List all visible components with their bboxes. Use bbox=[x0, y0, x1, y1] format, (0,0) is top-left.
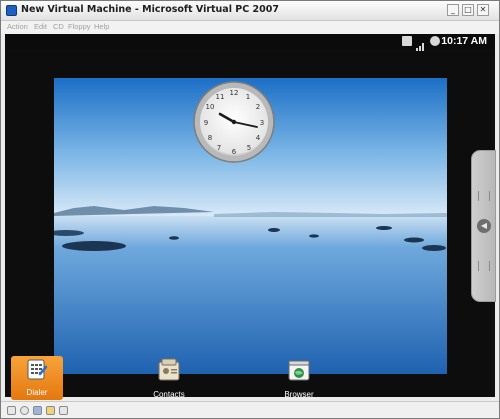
svg-text:10: 10 bbox=[206, 103, 215, 111]
floppy-icon[interactable] bbox=[33, 406, 42, 415]
analog-clock-widget[interactable]: 12 1 2 3 4 5 6 7 8 9 10 11 bbox=[193, 81, 275, 163]
signal-icon bbox=[416, 36, 426, 51]
menu-help[interactable]: Help bbox=[94, 22, 109, 31]
vm-status-toolbar bbox=[1, 401, 499, 418]
device-icon[interactable] bbox=[7, 406, 16, 415]
disc-icon[interactable] bbox=[20, 406, 29, 415]
svg-text:6: 6 bbox=[232, 148, 237, 156]
status-time: 10:17 AM bbox=[441, 35, 487, 47]
menu-bar: Action Edit CD Floppy Help bbox=[1, 21, 499, 34]
home-wallpaper: 12 1 2 3 4 5 6 7 8 9 10 11 bbox=[54, 78, 447, 374]
svg-text:11: 11 bbox=[216, 93, 225, 101]
svg-text:9: 9 bbox=[204, 119, 208, 127]
help-icon bbox=[430, 36, 440, 46]
svg-text:4: 4 bbox=[256, 134, 261, 142]
dock-dialer[interactable]: Dialer bbox=[7, 358, 67, 397]
contacts-icon bbox=[158, 358, 180, 381]
title-bar[interactable]: New Virtual Machine - Microsoft Virtual … bbox=[1, 1, 499, 21]
window-title: New Virtual Machine - Microsoft Virtual … bbox=[21, 4, 279, 15]
virtual-pc-app-icon bbox=[6, 5, 17, 16]
menu-floppy[interactable]: Floppy bbox=[68, 22, 91, 31]
virtual-pc-window: New Virtual Machine - Microsoft Virtual … bbox=[0, 0, 500, 419]
android-status-bar: 10:17 AM bbox=[5, 34, 495, 51]
dock-label-dialer: Dialer bbox=[26, 388, 48, 397]
close-button[interactable]: ✕ bbox=[477, 4, 489, 16]
handle-grip-top bbox=[478, 191, 490, 201]
handle-grip-bottom bbox=[478, 261, 490, 271]
folder-icon[interactable] bbox=[46, 406, 55, 415]
svg-text:3: 3 bbox=[260, 119, 264, 127]
browser-icon bbox=[288, 360, 310, 381]
menu-edit[interactable]: Edit bbox=[34, 22, 47, 31]
svg-text:7: 7 bbox=[217, 144, 221, 152]
menu-action[interactable]: Action bbox=[7, 22, 28, 31]
vm-screen[interactable]: 10:17 AM 12 1 2 3 4 5 6 7 8 9 10 11 ◀ bbox=[5, 34, 496, 397]
dock-label-contacts: Contacts bbox=[153, 390, 185, 399]
svg-text:2: 2 bbox=[256, 103, 260, 111]
svg-text:5: 5 bbox=[247, 144, 251, 152]
dock-contacts[interactable]: Contacts bbox=[139, 358, 199, 399]
network-icon bbox=[402, 36, 412, 46]
svg-text:1: 1 bbox=[246, 93, 250, 101]
svg-text:12: 12 bbox=[230, 89, 239, 97]
maximize-button[interactable]: □ bbox=[462, 4, 474, 16]
dock-browser[interactable]: Browser bbox=[269, 358, 329, 399]
usb-icon[interactable] bbox=[59, 406, 68, 415]
menu-cd[interactable]: CD bbox=[53, 22, 64, 31]
app-drawer-handle[interactable]: ◀ bbox=[471, 150, 496, 302]
svg-text:8: 8 bbox=[208, 134, 212, 142]
dock-label-browser: Browser bbox=[284, 390, 314, 399]
chevron-left-icon: ◀ bbox=[477, 219, 491, 233]
minimize-button[interactable]: _ bbox=[447, 4, 459, 16]
dialer-icon bbox=[27, 359, 48, 380]
